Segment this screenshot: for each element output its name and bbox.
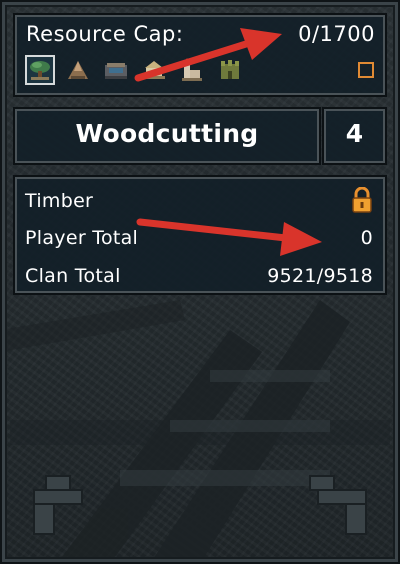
skill-level: 4	[345, 119, 364, 148]
resource-cap-label: Resource Cap:	[26, 22, 184, 46]
mining-icon[interactable]	[63, 55, 93, 85]
resource-cap-checkbox[interactable]	[358, 62, 374, 78]
lock-icon[interactable]	[351, 187, 373, 213]
skill-icon-row	[25, 55, 245, 85]
clan-total-value: 9521/9518	[267, 265, 373, 287]
resource-cap-value: 0/1700	[298, 22, 375, 46]
hunter-icon[interactable]	[177, 55, 207, 85]
resource-name: Timber	[25, 190, 94, 212]
clan-total-row: Clan Total 9521/9518	[25, 265, 373, 287]
construction-icon[interactable]	[215, 55, 245, 85]
player-total-row: Player Total 0	[25, 227, 373, 249]
farming-icon[interactable]	[139, 55, 169, 85]
fishing-icon[interactable]	[101, 55, 131, 85]
corner-ornament-left	[33, 475, 83, 535]
player-total-label: Player Total	[25, 227, 139, 249]
corner-ornament-right	[309, 475, 367, 535]
skill-title-panel: Woodcutting	[15, 109, 319, 163]
clan-total-label: Clan Total	[25, 265, 121, 287]
player-total-value: 0	[360, 227, 373, 249]
skill-level-panel: 4	[324, 109, 385, 163]
woodcutting-icon[interactable]	[25, 55, 55, 85]
resource-info-panel: Timber Player Total 0 Clan Total 9521/95…	[15, 177, 385, 293]
skill-name: Woodcutting	[75, 119, 259, 148]
resource-cap-panel: Resource Cap: 0/1700	[15, 15, 385, 95]
resource-name-row: Timber	[25, 187, 373, 213]
